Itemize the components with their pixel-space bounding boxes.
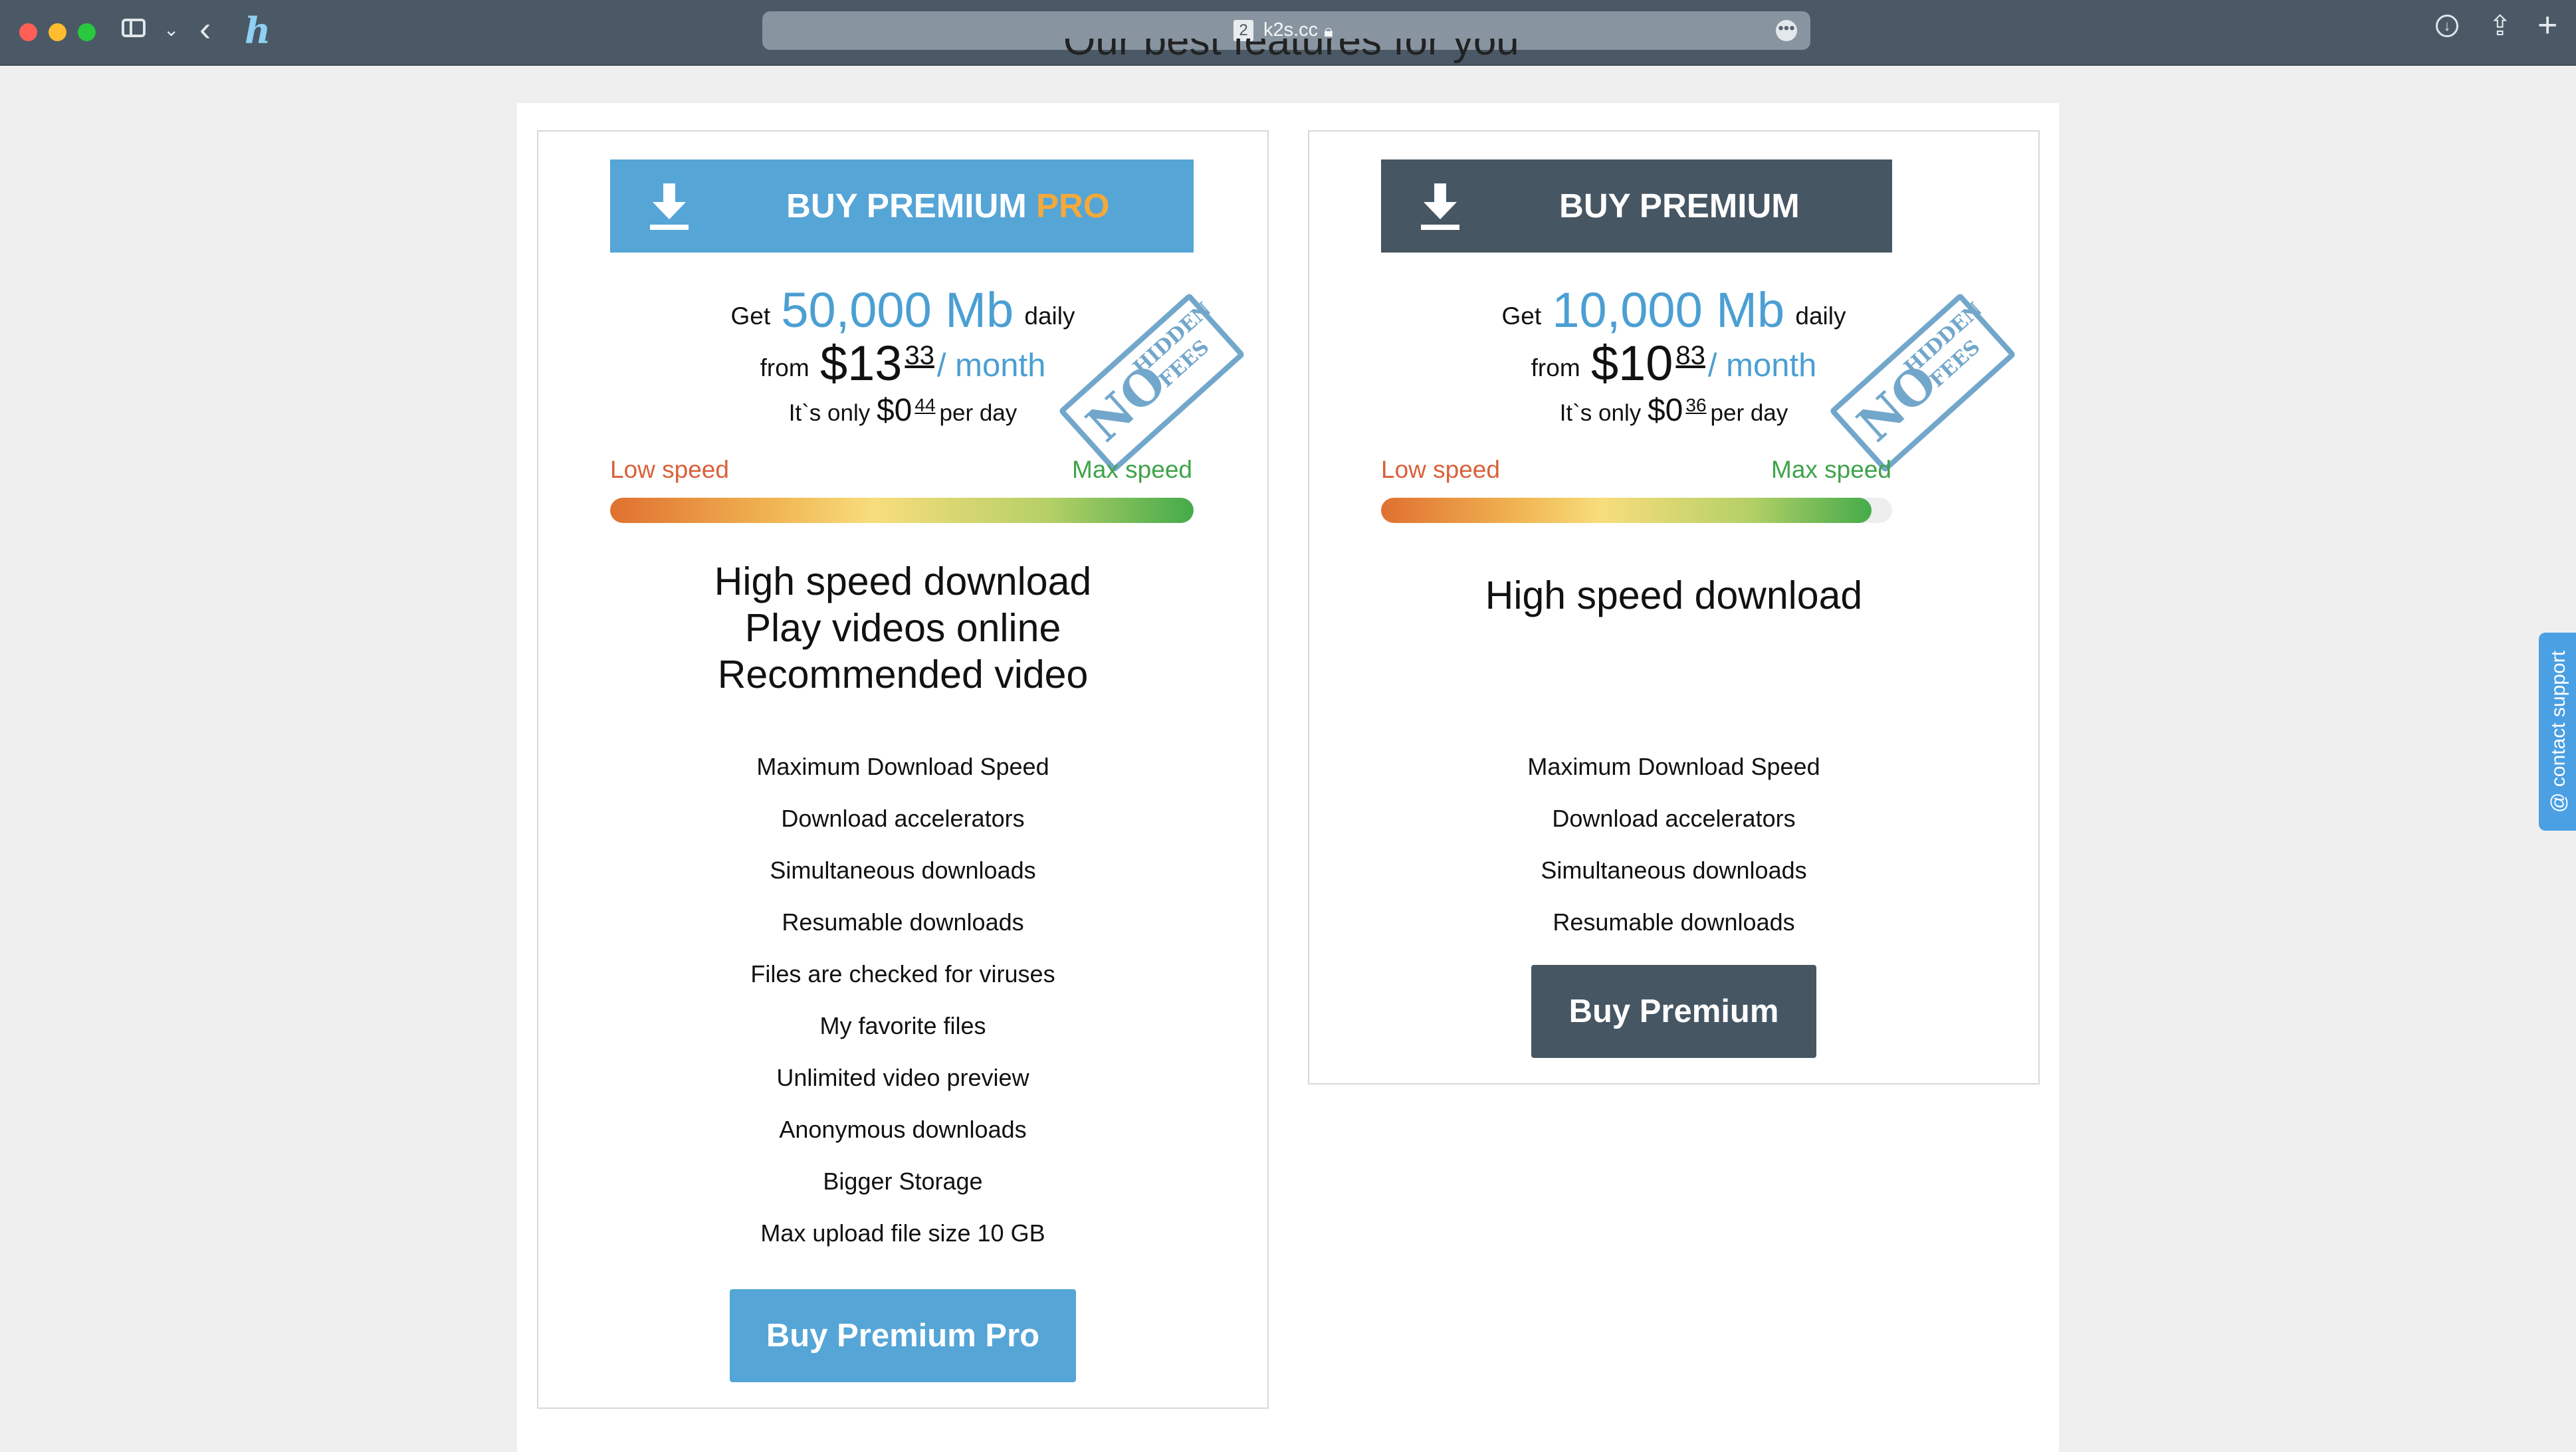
plan-card-premium-pro: BUY PREMIUM PRO Get 50,000 Mb daily from… (537, 130, 1269, 1409)
new-tab-icon[interactable]: + (2537, 5, 2557, 45)
per-month: / month (1707, 348, 1817, 383)
buy-premium-pro-button[interactable]: Buy Premium Pro (730, 1289, 1076, 1382)
section-heading: Our best features for you (1063, 39, 1519, 64)
honey-extension-icon[interactable]: h (245, 9, 270, 52)
price-cents: 83 (1675, 341, 1705, 370)
headline-item: High speed download (1485, 573, 1863, 617)
headline-item: Play videos online (744, 606, 1061, 650)
zoom-window-button[interactable] (78, 23, 96, 41)
low-speed-label: Low speed (610, 456, 729, 483)
share-icon[interactable]: ⇪ (2488, 9, 2512, 42)
contact-support-tab[interactable]: @ contact support (2539, 633, 2576, 831)
buy-premium-header-button[interactable]: BUY PREMIUM (1381, 159, 1892, 253)
low-speed-label: Low speed (1381, 456, 1500, 483)
chevron-down-icon[interactable]: ⌄ (163, 19, 179, 41)
feature-item: Max upload file size 10 GB (760, 1219, 1045, 1247)
feature-item: My favorite files (819, 1012, 986, 1039)
download-icon (650, 183, 689, 230)
header-accent: PRO (1035, 187, 1110, 225)
plan-card-premium: BUY PREMIUM Get 10,000 Mb daily from $10… (1308, 130, 2040, 1085)
feature-item: Anonymous downloads (779, 1116, 1027, 1143)
header-label: BUY PREMIUM (1559, 187, 1800, 225)
sidebar-icon[interactable] (122, 19, 146, 37)
feature-item: Download accelerators (781, 805, 1025, 832)
speed-bar (1381, 498, 1892, 523)
minimize-window-button[interactable] (49, 23, 66, 41)
feature-item: Simultaneous downloads (770, 857, 1036, 884)
feature-item: Maximum Download Speed (1527, 753, 1820, 780)
feature-item: Maximum Download Speed (756, 753, 1049, 780)
speed-bar-fill (1381, 498, 1872, 523)
speed-bar (610, 498, 1194, 523)
contact-support-label: @ contact support (2547, 651, 2569, 813)
feature-item: Resumable downloads (1553, 908, 1795, 936)
headline-item: Recommended video (717, 653, 1089, 696)
feature-item: Unlimited video preview (776, 1064, 1029, 1091)
buy-premium-pro-header-button[interactable]: BUY PREMIUM PRO (610, 159, 1194, 253)
max-speed-label: Max speed (1771, 456, 1891, 483)
traffic-amount: 50,000 Mb (781, 282, 1014, 338)
feature-item: Bigger Storage (823, 1168, 983, 1195)
download-icon (1421, 183, 1459, 230)
headline-item: High speed download (714, 560, 1092, 603)
price-dollars: $13 (819, 336, 903, 391)
feature-list: Maximum Download Speed Download accelera… (1309, 747, 2038, 954)
traffic-amount: 10,000 Mb (1552, 282, 1785, 338)
feature-item: Files are checked for viruses (750, 960, 1055, 987)
max-speed-label: Max speed (1072, 456, 1192, 483)
header-label: BUY PREMIUM (786, 187, 1027, 225)
plan-headlines: High speed download Play videos online R… (538, 558, 1267, 698)
feature-list: Maximum Download Speed Download accelera… (538, 747, 1267, 1265)
more-options-icon[interactable]: ••• (1776, 20, 1797, 41)
feature-item: Simultaneous downloads (1541, 857, 1807, 884)
per-month: / month (936, 348, 1046, 383)
feature-item: Resumable downloads (782, 908, 1024, 936)
speed-bar-fill (610, 498, 1194, 523)
price-cents: 33 (905, 341, 934, 370)
close-window-button[interactable] (19, 23, 37, 41)
back-arrow-icon[interactable]: ‹ (199, 12, 211, 47)
feature-item: Download accelerators (1552, 805, 1796, 832)
buy-premium-button[interactable]: Buy Premium (1531, 965, 1816, 1058)
downloads-icon[interactable]: ↓ (2436, 15, 2458, 37)
price-dollars: $10 (1590, 336, 1673, 391)
plan-headlines: High speed download (1309, 572, 2038, 619)
